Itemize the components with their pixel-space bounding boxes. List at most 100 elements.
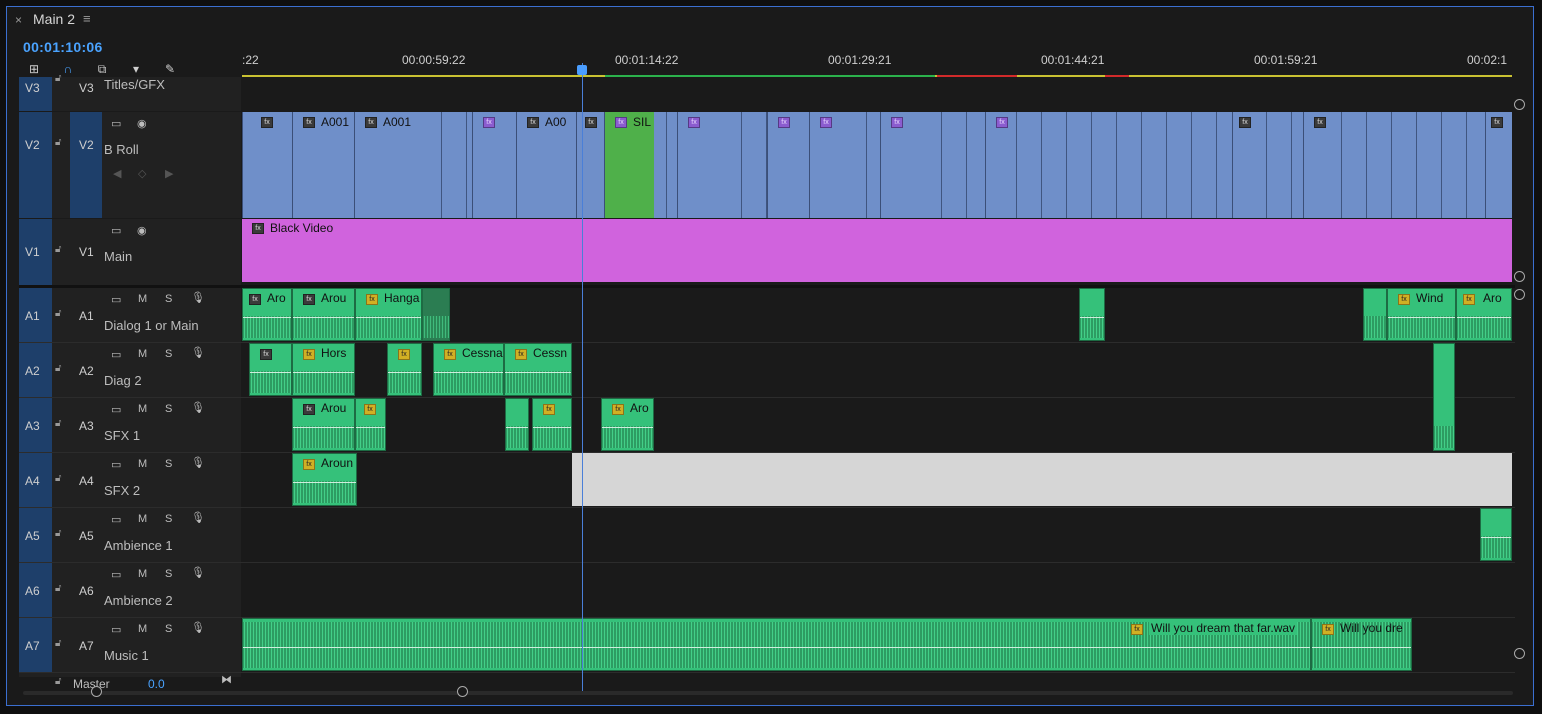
mute-button[interactable]: M <box>138 348 147 360</box>
lock-icon[interactable]: 🔓︎ <box>55 244 61 255</box>
solo-button[interactable]: S <box>165 623 172 635</box>
solo-button[interactable]: S <box>165 293 172 305</box>
lock-icon[interactable]: 🔓︎ <box>55 528 61 539</box>
audio-clip[interactable]: fx Arou <box>292 398 355 451</box>
lock-icon[interactable]: 🔓︎ <box>55 676 61 687</box>
toggle-sync-lock-icon[interactable]: ▭ <box>111 348 121 361</box>
video-clip[interactable]: fx <box>985 112 1015 218</box>
microphone-icon[interactable]: 🎙︎ <box>191 401 205 414</box>
close-tab-icon[interactable]: × <box>15 13 22 27</box>
toggle-sync-lock-icon[interactable]: ▭ <box>111 293 121 306</box>
audio-clip[interactable]: fx Wind <box>1387 288 1456 341</box>
video-clip[interactable]: fx <box>809 112 849 218</box>
audio-clip[interactable]: fx <box>387 343 422 396</box>
microphone-icon[interactable]: 🎙︎ <box>191 346 205 359</box>
solo-button[interactable]: S <box>165 348 172 360</box>
vertical-zoom-handle[interactable] <box>1514 271 1525 282</box>
toggle-sync-lock-icon[interactable]: ▭ <box>111 513 121 526</box>
microphone-icon[interactable]: 🎙︎ <box>191 511 205 524</box>
audio-clip[interactable]: fx Hors <box>292 343 355 396</box>
audio-clip[interactable]: fx Cessna <box>433 343 504 396</box>
track-target-label[interactable]: A3 <box>79 419 94 433</box>
audio-clip[interactable] <box>422 288 450 341</box>
audio-clip[interactable] <box>1363 288 1387 341</box>
mute-button[interactable]: M <box>138 568 147 580</box>
video-clip[interactable]: fx <box>576 112 604 218</box>
audio-clip[interactable] <box>1079 288 1105 341</box>
audio-clip[interactable]: fx Hanga <box>355 288 422 341</box>
lock-icon[interactable]: 🔓︎ <box>55 418 61 429</box>
linked-selection-icon[interactable]: ⧉ <box>93 61 111 77</box>
track-target-label[interactable]: V1 <box>79 245 94 259</box>
add-keyframe-icon[interactable]: ◇ <box>138 167 146 180</box>
mute-button[interactable]: M <box>138 513 147 525</box>
microphone-icon[interactable]: 🎙︎ <box>191 456 205 469</box>
lock-icon[interactable]: 🔓︎ <box>55 137 61 148</box>
audio-clip[interactable] <box>1433 343 1455 451</box>
toggle-sync-lock-icon[interactable]: ▭ <box>111 568 121 581</box>
mute-button[interactable]: M <box>138 458 147 470</box>
video-clip[interactable]: fx <box>1485 112 1512 218</box>
scroll-zoom-start-handle[interactable] <box>91 686 102 697</box>
lock-icon[interactable]: 🔓︎ <box>55 363 61 374</box>
video-clip[interactable]: fx <box>677 112 717 218</box>
vertical-zoom-handle[interactable] <box>1514 99 1525 110</box>
track-target-label[interactable]: A1 <box>79 309 94 323</box>
audio-clip[interactable]: fx Aro <box>242 288 292 341</box>
audio-clip[interactable] <box>1480 508 1512 561</box>
video-clip[interactable]: fx <box>767 112 809 218</box>
track-target-v2[interactable] <box>70 112 102 218</box>
selected-empty-region[interactable] <box>572 453 1512 506</box>
toggle-sync-lock-icon[interactable]: ▭ <box>111 403 121 416</box>
source-patch-v2[interactable] <box>19 112 52 218</box>
mute-button[interactable]: M <box>138 623 147 635</box>
microphone-icon[interactable]: 🎙︎ <box>191 621 205 634</box>
solo-button[interactable]: S <box>165 458 172 470</box>
master-volume-value[interactable]: 0.0 <box>148 677 165 691</box>
eye-icon[interactable]: ◉ <box>137 117 147 130</box>
audio-clip[interactable]: fx Cessn <box>504 343 572 396</box>
add-marker-icon[interactable]: ▾ <box>127 61 145 77</box>
track-target-label[interactable]: A6 <box>79 584 94 598</box>
audio-clip[interactable]: fx Aroun <box>292 453 357 506</box>
toggle-sync-lock-icon[interactable]: ▭ <box>111 224 121 237</box>
audio-clip[interactable]: fx Arou <box>292 288 355 341</box>
playhead-timecode[interactable]: 00:01:10:06 <box>23 39 103 55</box>
track-target-label[interactable]: A4 <box>79 474 94 488</box>
audio-clip[interactable]: fx Aro <box>1456 288 1512 341</box>
solo-button[interactable]: S <box>165 513 172 525</box>
go-to-end-icon[interactable]: ⧓ <box>221 673 232 686</box>
wrench-settings-icon[interactable]: ✎ <box>161 61 179 77</box>
playhead-handle[interactable] <box>577 65 587 75</box>
audio-clip[interactable]: fx <box>355 398 386 451</box>
selected-video-clip[interactable]: fx SIL <box>604 112 654 218</box>
video-clip[interactable]: fx <box>880 112 935 218</box>
video-clip[interactable]: fx <box>472 112 516 218</box>
video-clip[interactable]: fx A001 <box>354 112 422 218</box>
lock-icon[interactable]: 🔓︎ <box>55 308 61 319</box>
microphone-icon[interactable]: 🎙︎ <box>191 566 205 579</box>
vertical-zoom-handle[interactable] <box>1514 648 1525 659</box>
music-clip[interactable]: fx Will you dre <box>1311 618 1412 671</box>
panel-menu-icon[interactable]: ≡ <box>83 11 91 26</box>
microphone-icon[interactable]: 🎙︎ <box>191 291 205 304</box>
toggle-sync-lock-icon[interactable]: ▭ <box>111 623 121 636</box>
track-target-label[interactable]: A7 <box>79 639 94 653</box>
vertical-zoom-handle[interactable] <box>1514 289 1525 300</box>
playhead-line[interactable] <box>582 63 583 693</box>
solo-button[interactable]: S <box>165 568 172 580</box>
track-lane-v3[interactable] <box>242 77 1512 111</box>
audio-clip[interactable] <box>505 398 529 451</box>
scroll-zoom-end-handle[interactable] <box>457 686 468 697</box>
audio-clip[interactable]: fx <box>532 398 572 451</box>
lock-icon[interactable]: 🔓︎ <box>55 583 61 594</box>
video-clip[interactable]: fx <box>242 112 292 218</box>
mute-button[interactable]: M <box>138 293 147 305</box>
mute-button[interactable]: M <box>138 403 147 415</box>
lock-icon[interactable]: 🔓︎ <box>55 638 61 649</box>
toggle-sync-lock-icon[interactable]: ▭ <box>111 458 121 471</box>
lock-icon[interactable]: 🔓︎ <box>55 73 61 84</box>
track-target-label[interactable]: A5 <box>79 529 94 543</box>
insert-nest-icon[interactable]: ⊞ <box>25 61 43 77</box>
audio-clip[interactable]: fx Aro <box>601 398 654 451</box>
